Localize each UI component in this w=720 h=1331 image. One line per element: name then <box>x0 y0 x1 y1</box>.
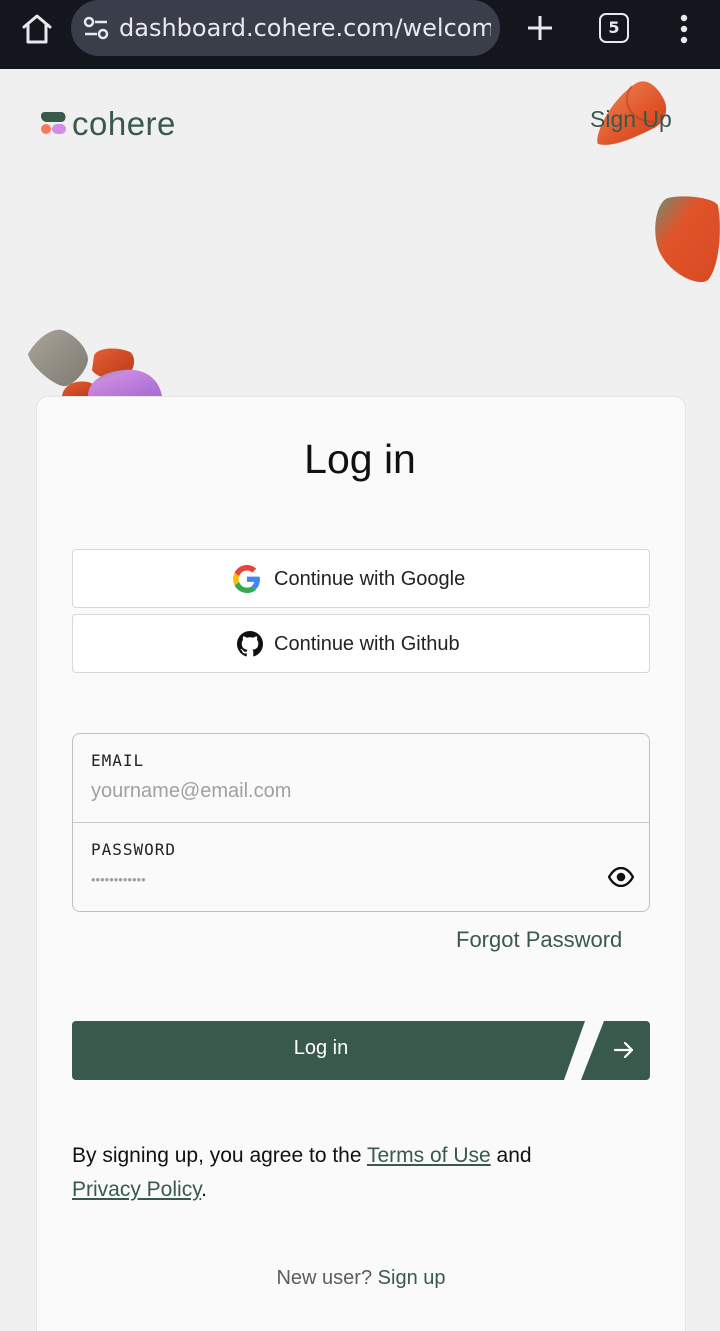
browser-toolbar: dashboard.cohere.com/welcome/login 5 <box>0 0 720 69</box>
eye-icon[interactable] <box>608 867 634 887</box>
github-login-button[interactable]: Continue with Github <box>72 614 650 673</box>
home-icon[interactable] <box>20 12 54 46</box>
url-text[interactable]: dashboard.cohere.com/welcome/login <box>119 12 491 44</box>
brand-name: cohere <box>72 105 176 142</box>
new-user-text: New user? <box>276 1267 373 1289</box>
password-field[interactable] <box>91 864 591 894</box>
more-vertical-icon[interactable] <box>670 12 698 46</box>
decorative-stone-right <box>655 196 720 283</box>
email-label: EMAIL <box>91 751 145 770</box>
legal-middle: and <box>490 1144 532 1167</box>
google-login-button[interactable]: Continue with Google <box>72 549 650 608</box>
tabs-icon[interactable]: 5 <box>599 13 629 43</box>
decorative-stones-cluster <box>28 329 162 396</box>
page-title: Log in <box>304 436 416 482</box>
site-info-icon[interactable] <box>82 14 110 42</box>
password-label: PASSWORD <box>91 840 177 859</box>
forgot-password-link[interactable]: Forgot Password <box>456 927 622 953</box>
terms-of-use-link[interactable]: Terms of Use <box>367 1144 491 1167</box>
legal-text: By signing up, you agree to the Terms of… <box>72 1139 632 1207</box>
legal-suffix: . <box>201 1178 207 1201</box>
google-icon <box>233 565 260 593</box>
signup-link-top[interactable]: Sign Up <box>590 106 672 133</box>
google-login-label: Continue with Google <box>274 568 466 590</box>
arrow-right-icon <box>613 1041 634 1059</box>
credentials-form: EMAIL PASSWORD <box>72 733 650 912</box>
github-login-label: Continue with Github <box>274 633 460 655</box>
cohere-logo-mark <box>41 112 66 134</box>
plus-icon[interactable] <box>522 10 558 46</box>
login-button[interactable]: Log in <box>72 1021 650 1080</box>
login-button-label: Log in <box>293 1037 349 1059</box>
signup-link-bottom[interactable]: Sign up <box>378 1267 446 1289</box>
email-field[interactable] <box>91 776 591 806</box>
new-user-prompt: New user? Sign up <box>0 1267 720 1290</box>
privacy-policy-link[interactable]: Privacy Policy <box>72 1178 201 1201</box>
brand-logo[interactable]: cohere <box>41 105 191 142</box>
field-divider <box>73 822 649 823</box>
github-icon <box>237 631 263 657</box>
legal-prefix: By signing up, you agree to the <box>72 1144 367 1167</box>
